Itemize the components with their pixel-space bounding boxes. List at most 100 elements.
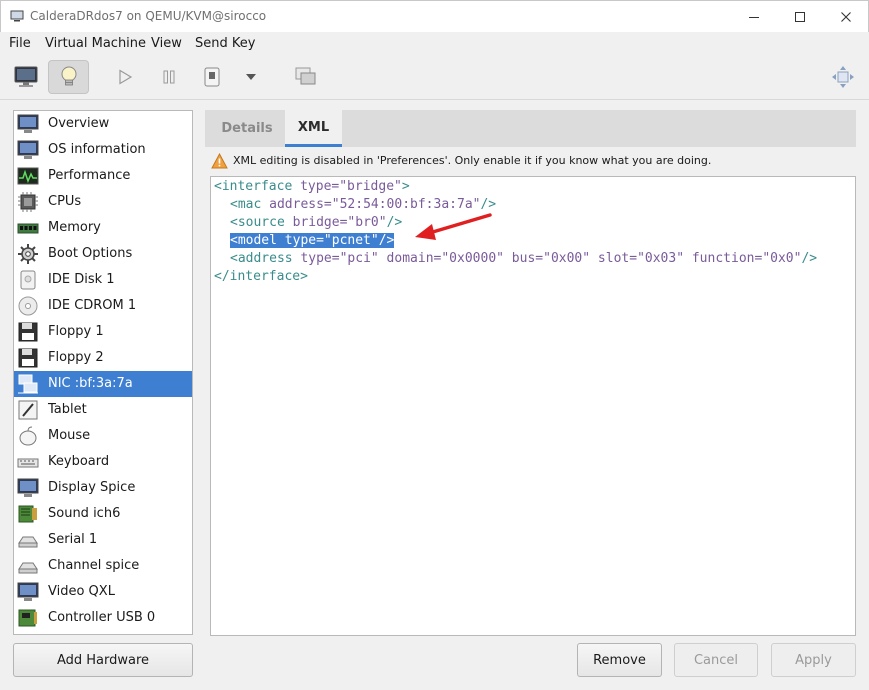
- xml-line-source: <source bridge="br0"/>: [230, 214, 402, 231]
- sidebar-item-ide-cdrom-1[interactable]: IDE CDROM 1: [14, 293, 192, 319]
- xml-value: "bridge": [339, 179, 402, 194]
- play-icon: [119, 69, 133, 85]
- xml-line-interface-close: </interface>: [214, 268, 308, 285]
- xml-editor[interactable]: <interface type="bridge"> <mac address="…: [210, 176, 856, 636]
- minimize-button[interactable]: [731, 1, 777, 33]
- xml-value: "0x00": [543, 251, 591, 266]
- xml-line-model: <model type="pcnet"/>: [230, 232, 395, 249]
- xml-line-mac: <mac address="52:54:00:bf:3a:7a"/>: [230, 196, 496, 213]
- xml-attr: type=: [300, 251, 340, 266]
- menu-file[interactable]: File: [9, 36, 31, 51]
- xml-value: "0x0000": [441, 251, 504, 266]
- serial-icon: [18, 536, 38, 548]
- sidebar-item-label: Overview: [48, 116, 110, 131]
- maximize-button[interactable]: [777, 1, 823, 33]
- xml-attr: function=: [684, 251, 763, 266]
- disk-icon: [20, 270, 36, 290]
- network-icon: [18, 374, 38, 394]
- sidebar-item-keyboard[interactable]: Keyboard: [14, 449, 192, 475]
- sidebar-item-floppy-2[interactable]: Floppy 2: [14, 345, 192, 371]
- sidebar-item-label: Floppy 2: [48, 350, 104, 365]
- sidebar-item-label: Serial 1: [48, 532, 98, 547]
- floppy-icon: [18, 348, 38, 368]
- xml-attr: slot=: [590, 251, 638, 266]
- xml-tag: <address: [230, 251, 301, 266]
- cancel-button[interactable]: Cancel: [674, 643, 758, 677]
- add-hardware-button[interactable]: Add Hardware: [13, 643, 193, 677]
- snapshots-button[interactable]: [290, 60, 322, 94]
- sidebar-item-cpus[interactable]: CPUs: [14, 189, 192, 215]
- xml-value: "52:54:00:bf:3a:7a": [331, 197, 481, 212]
- sidebar-item-floppy-1[interactable]: Floppy 1: [14, 319, 192, 345]
- xml-tag: <mac: [230, 197, 270, 212]
- xml-value: "pci": [339, 251, 379, 266]
- sidebar-item-overview[interactable]: Overview: [14, 111, 192, 137]
- sidebar-item-label: Tablet: [48, 402, 87, 417]
- xml-tag: <interface: [214, 179, 301, 194]
- cdrom-icon: [18, 296, 38, 316]
- chevron-down-icon: [246, 74, 256, 80]
- move-icon: [832, 66, 854, 88]
- sidebar-item-label: Channel spice: [48, 558, 140, 573]
- stop-icon: [204, 67, 220, 87]
- minimize-icon: [749, 17, 759, 18]
- tab-bar: Details XML: [205, 110, 856, 147]
- fullscreen-button[interactable]: [828, 60, 858, 94]
- sidebar-item-label: Sound ich6: [48, 506, 121, 521]
- close-button[interactable]: [823, 1, 869, 33]
- keyboard-icon: [17, 458, 39, 468]
- pause-button[interactable]: [154, 60, 184, 94]
- console-button[interactable]: [8, 60, 44, 94]
- sidebar-item-os-information[interactable]: OS information: [14, 137, 192, 163]
- xml-warning: XML editing is disabled in 'Preferences'…: [209, 151, 859, 171]
- sidebar-item-label: Performance: [48, 168, 131, 183]
- sidebar-item-memory[interactable]: Memory: [14, 215, 192, 241]
- sidebar-item-label: NIC :bf:3a:7a: [48, 376, 133, 391]
- details-button[interactable]: [48, 60, 89, 94]
- maximize-icon: [795, 12, 805, 22]
- run-button[interactable]: [110, 60, 140, 94]
- sidebar-item-boot-options[interactable]: Boot Options: [14, 241, 192, 267]
- sidebar-item-video-qxl[interactable]: Video QXL: [14, 579, 192, 605]
- xml-value: "0x03": [637, 251, 685, 266]
- window-title: CalderaDRdos7 on QEMU/KVM@sirocco: [30, 9, 267, 23]
- xml-value: "br0": [347, 215, 387, 230]
- sidebar-item-label: Floppy 1: [48, 324, 104, 339]
- sidebar-item-label: Boot Options: [48, 246, 133, 261]
- shutdown-menu-button[interactable]: [238, 60, 264, 94]
- remove-button[interactable]: Remove: [577, 643, 662, 677]
- xml-attr: domain=: [378, 251, 442, 266]
- sidebar-item-display-spice[interactable]: Display Spice: [14, 475, 192, 501]
- xml-tag: />: [801, 251, 818, 266]
- lightbulb-icon: [61, 66, 76, 86]
- sidebar-item-performance[interactable]: Performance: [14, 163, 192, 189]
- xml-tag: />: [386, 215, 403, 230]
- sidebar-item-controller-usb-0[interactable]: Controller USB 0: [14, 605, 192, 631]
- floppy-icon: [18, 322, 38, 342]
- screenshot-icon: [295, 67, 316, 85]
- tab-xml[interactable]: XML: [285, 110, 342, 147]
- pause-icon: [163, 70, 175, 84]
- sidebar-item-nic[interactable]: NIC :bf:3a:7a: [14, 371, 192, 397]
- sidebar-item-tablet[interactable]: Tablet: [14, 397, 192, 423]
- menu-virtual-machine[interactable]: Virtual Machine: [45, 36, 146, 51]
- sidebar-item-serial-1[interactable]: Serial 1: [14, 527, 192, 553]
- sidebar-item-label: CPUs: [48, 194, 82, 209]
- apply-button[interactable]: Apply: [771, 643, 856, 677]
- xml-selected-text: <model type="pcnet"/>: [230, 233, 395, 248]
- sidebar-item-channel-spice[interactable]: Channel spice: [14, 553, 192, 579]
- cpu-icon: [18, 192, 38, 212]
- menu-send-key[interactable]: Send Key: [195, 36, 255, 51]
- sound-card-icon: [18, 505, 37, 523]
- sidebar-item-label: Display Spice: [48, 480, 136, 495]
- sidebar-item-sound-ich6[interactable]: Sound ich6: [14, 501, 192, 527]
- mouse-icon: [19, 426, 37, 446]
- shutdown-button[interactable]: [197, 60, 227, 94]
- warning-icon: [211, 153, 228, 169]
- menu-view[interactable]: View: [151, 36, 182, 51]
- sidebar-item-ide-disk-1[interactable]: IDE Disk 1: [14, 267, 192, 293]
- tab-details[interactable]: Details: [213, 110, 281, 147]
- sidebar-item-mouse[interactable]: Mouse: [14, 423, 192, 449]
- toolbar: [0, 55, 869, 100]
- gear-icon: [18, 244, 38, 264]
